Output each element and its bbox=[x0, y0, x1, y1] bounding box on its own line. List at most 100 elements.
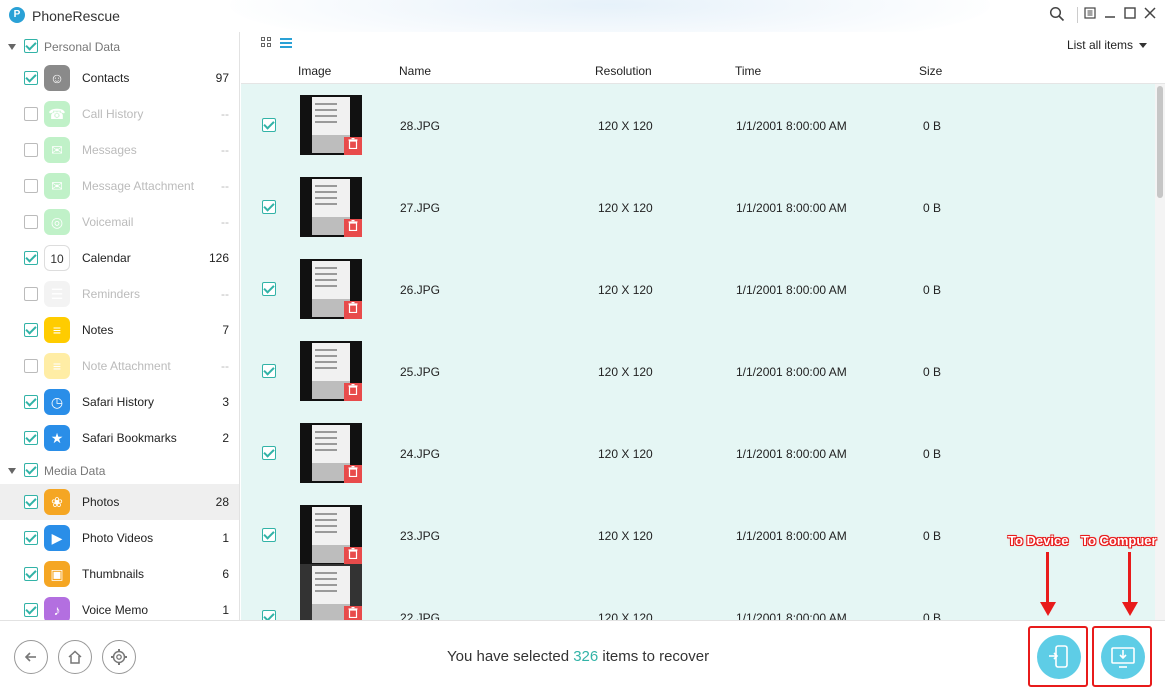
column-image[interactable]: Image bbox=[298, 64, 331, 78]
file-size: 0 B bbox=[923, 119, 942, 133]
trash-icon[interactable] bbox=[344, 301, 362, 319]
file-name: 27.JPG bbox=[400, 201, 441, 215]
sidebar-item-messages[interactable]: ✉ Messages -- bbox=[0, 132, 239, 168]
sidebar-item-safari-history[interactable]: ◷ Safari History 3 bbox=[0, 384, 239, 420]
back-button[interactable] bbox=[14, 640, 48, 674]
row-checkbox[interactable] bbox=[262, 610, 276, 620]
sidebar-item-voice-memo[interactable]: ♪ Voice Memo 1 bbox=[0, 592, 239, 620]
row-checkbox[interactable] bbox=[262, 364, 276, 378]
table-row[interactable]: 25.JPG 120 X 120 1/1/2001 8:00:00 AM 0 B bbox=[241, 330, 1155, 412]
photo-thumbnail[interactable] bbox=[300, 423, 362, 483]
photo-thumbnail[interactable] bbox=[300, 505, 362, 565]
collapse-caret-icon[interactable] bbox=[8, 44, 16, 50]
file-resolution: 120 X 120 bbox=[598, 365, 653, 379]
filter-dropdown[interactable]: List all items bbox=[1067, 38, 1147, 52]
row-checkbox[interactable] bbox=[262, 118, 276, 132]
photo-thumbnail[interactable] bbox=[300, 95, 362, 155]
item-checkbox[interactable] bbox=[24, 251, 38, 265]
file-time: 1/1/2001 8:00:00 AM bbox=[736, 283, 847, 297]
menu-icon[interactable] bbox=[1081, 6, 1099, 24]
row-checkbox[interactable] bbox=[262, 528, 276, 542]
scrollbar-thumb[interactable] bbox=[1157, 86, 1163, 198]
item-checkbox[interactable] bbox=[24, 323, 38, 337]
group-media-data[interactable]: Media Data bbox=[0, 456, 239, 484]
thumbnail-line bbox=[315, 367, 337, 369]
item-checkbox[interactable] bbox=[24, 107, 38, 121]
item-checkbox[interactable] bbox=[24, 287, 38, 301]
sidebar-item-label: Voice Memo bbox=[82, 603, 149, 617]
table-row[interactable]: 24.JPG 120 X 120 1/1/2001 8:00:00 AM 0 B bbox=[241, 412, 1155, 494]
sidebar-item-count: -- bbox=[221, 143, 229, 157]
photo-thumbnail[interactable] bbox=[300, 564, 362, 620]
sidebar-item-calendar[interactable]: 10 Calendar 126 bbox=[0, 240, 239, 276]
photo-thumbnail[interactable] bbox=[300, 341, 362, 401]
group-checkbox[interactable] bbox=[24, 39, 38, 53]
column-size[interactable]: Size bbox=[919, 64, 942, 78]
home-icon bbox=[68, 650, 82, 664]
reminders-icon: ☰ bbox=[44, 281, 70, 307]
file-size: 0 B bbox=[923, 529, 942, 543]
row-checkbox[interactable] bbox=[262, 200, 276, 214]
item-checkbox[interactable] bbox=[24, 179, 38, 193]
home-button[interactable] bbox=[58, 640, 92, 674]
item-checkbox[interactable] bbox=[24, 431, 38, 445]
column-time[interactable]: Time bbox=[735, 64, 761, 78]
column-name[interactable]: Name bbox=[399, 64, 431, 78]
sidebar-item-safari-bookmarks[interactable]: ★ Safari Bookmarks 2 bbox=[0, 420, 239, 456]
group-personal-data[interactable]: Personal Data bbox=[0, 32, 239, 60]
grid-view-icon[interactable] bbox=[261, 37, 272, 48]
close-icon[interactable] bbox=[1141, 6, 1159, 24]
photo-thumbnail[interactable] bbox=[300, 259, 362, 319]
table-row[interactable]: 27.JPG 120 X 120 1/1/2001 8:00:00 AM 0 B bbox=[241, 166, 1155, 248]
trash-icon[interactable] bbox=[344, 465, 362, 483]
sidebar-item-contacts[interactable]: ☺ Contacts 97 bbox=[0, 60, 239, 96]
sidebar-item-reminders[interactable]: ☰ Reminders -- bbox=[0, 276, 239, 312]
row-checkbox[interactable] bbox=[262, 282, 276, 296]
item-checkbox[interactable] bbox=[24, 567, 38, 581]
row-checkbox[interactable] bbox=[262, 446, 276, 460]
trash-icon[interactable] bbox=[344, 137, 362, 155]
minimize-icon[interactable] bbox=[1101, 6, 1119, 24]
trash-icon[interactable] bbox=[344, 219, 362, 237]
status-suffix: items to recover bbox=[598, 648, 710, 665]
thumbnail-line bbox=[315, 267, 337, 269]
item-checkbox[interactable] bbox=[24, 395, 38, 409]
photo-thumbnail[interactable] bbox=[300, 177, 362, 237]
sidebar-item-photos[interactable]: ❀ Photos 28 bbox=[0, 484, 239, 520]
list-view-icon[interactable] bbox=[280, 38, 292, 48]
column-resolution[interactable]: Resolution bbox=[595, 64, 652, 78]
settings-button[interactable] bbox=[102, 640, 136, 674]
sidebar-item-thumbnails[interactable]: ▣ Thumbnails 6 bbox=[0, 556, 239, 592]
title-bar: P PhoneRescue bbox=[0, 0, 1165, 32]
thumbnail-line bbox=[315, 525, 337, 527]
item-checkbox[interactable] bbox=[24, 359, 38, 373]
sidebar-item-message-attachment[interactable]: ✉ Message Attachment -- bbox=[0, 168, 239, 204]
item-checkbox[interactable] bbox=[24, 71, 38, 85]
item-checkbox[interactable] bbox=[24, 143, 38, 157]
sidebar-item-photo-videos[interactable]: ▶ Photo Videos 1 bbox=[0, 520, 239, 556]
trash-icon[interactable] bbox=[344, 606, 362, 620]
trash-icon[interactable] bbox=[344, 547, 362, 565]
file-resolution: 120 X 120 bbox=[598, 611, 653, 620]
sidebar-item-notes[interactable]: ≡ Notes 7 bbox=[0, 312, 239, 348]
table-row[interactable]: 22.JPG 120 X 120 1/1/2001 8:00:00 AM 0 B bbox=[241, 564, 1155, 620]
to-device-button[interactable] bbox=[1037, 635, 1081, 679]
item-checkbox[interactable] bbox=[24, 215, 38, 229]
to-computer-button[interactable] bbox=[1101, 635, 1145, 679]
item-checkbox[interactable] bbox=[24, 495, 38, 509]
collapse-caret-icon[interactable] bbox=[8, 468, 16, 474]
file-name: 23.JPG bbox=[400, 529, 441, 543]
sidebar-item-count: 2 bbox=[222, 431, 229, 445]
search-icon[interactable] bbox=[1048, 6, 1066, 24]
item-checkbox[interactable] bbox=[24, 531, 38, 545]
group-checkbox[interactable] bbox=[24, 463, 38, 477]
maximize-icon[interactable] bbox=[1121, 6, 1139, 24]
sidebar-item-call-history[interactable]: ☎ Call History -- bbox=[0, 96, 239, 132]
thumbnail-line bbox=[315, 361, 337, 363]
item-checkbox[interactable] bbox=[24, 603, 38, 617]
table-row[interactable]: 26.JPG 120 X 120 1/1/2001 8:00:00 AM 0 B bbox=[241, 248, 1155, 330]
sidebar-item-note-attachment[interactable]: ≡ Note Attachment -- bbox=[0, 348, 239, 384]
table-row[interactable]: 28.JPG 120 X 120 1/1/2001 8:00:00 AM 0 B bbox=[241, 84, 1155, 166]
trash-icon[interactable] bbox=[344, 383, 362, 401]
sidebar-item-voicemail[interactable]: ◎ Voicemail -- bbox=[0, 204, 239, 240]
